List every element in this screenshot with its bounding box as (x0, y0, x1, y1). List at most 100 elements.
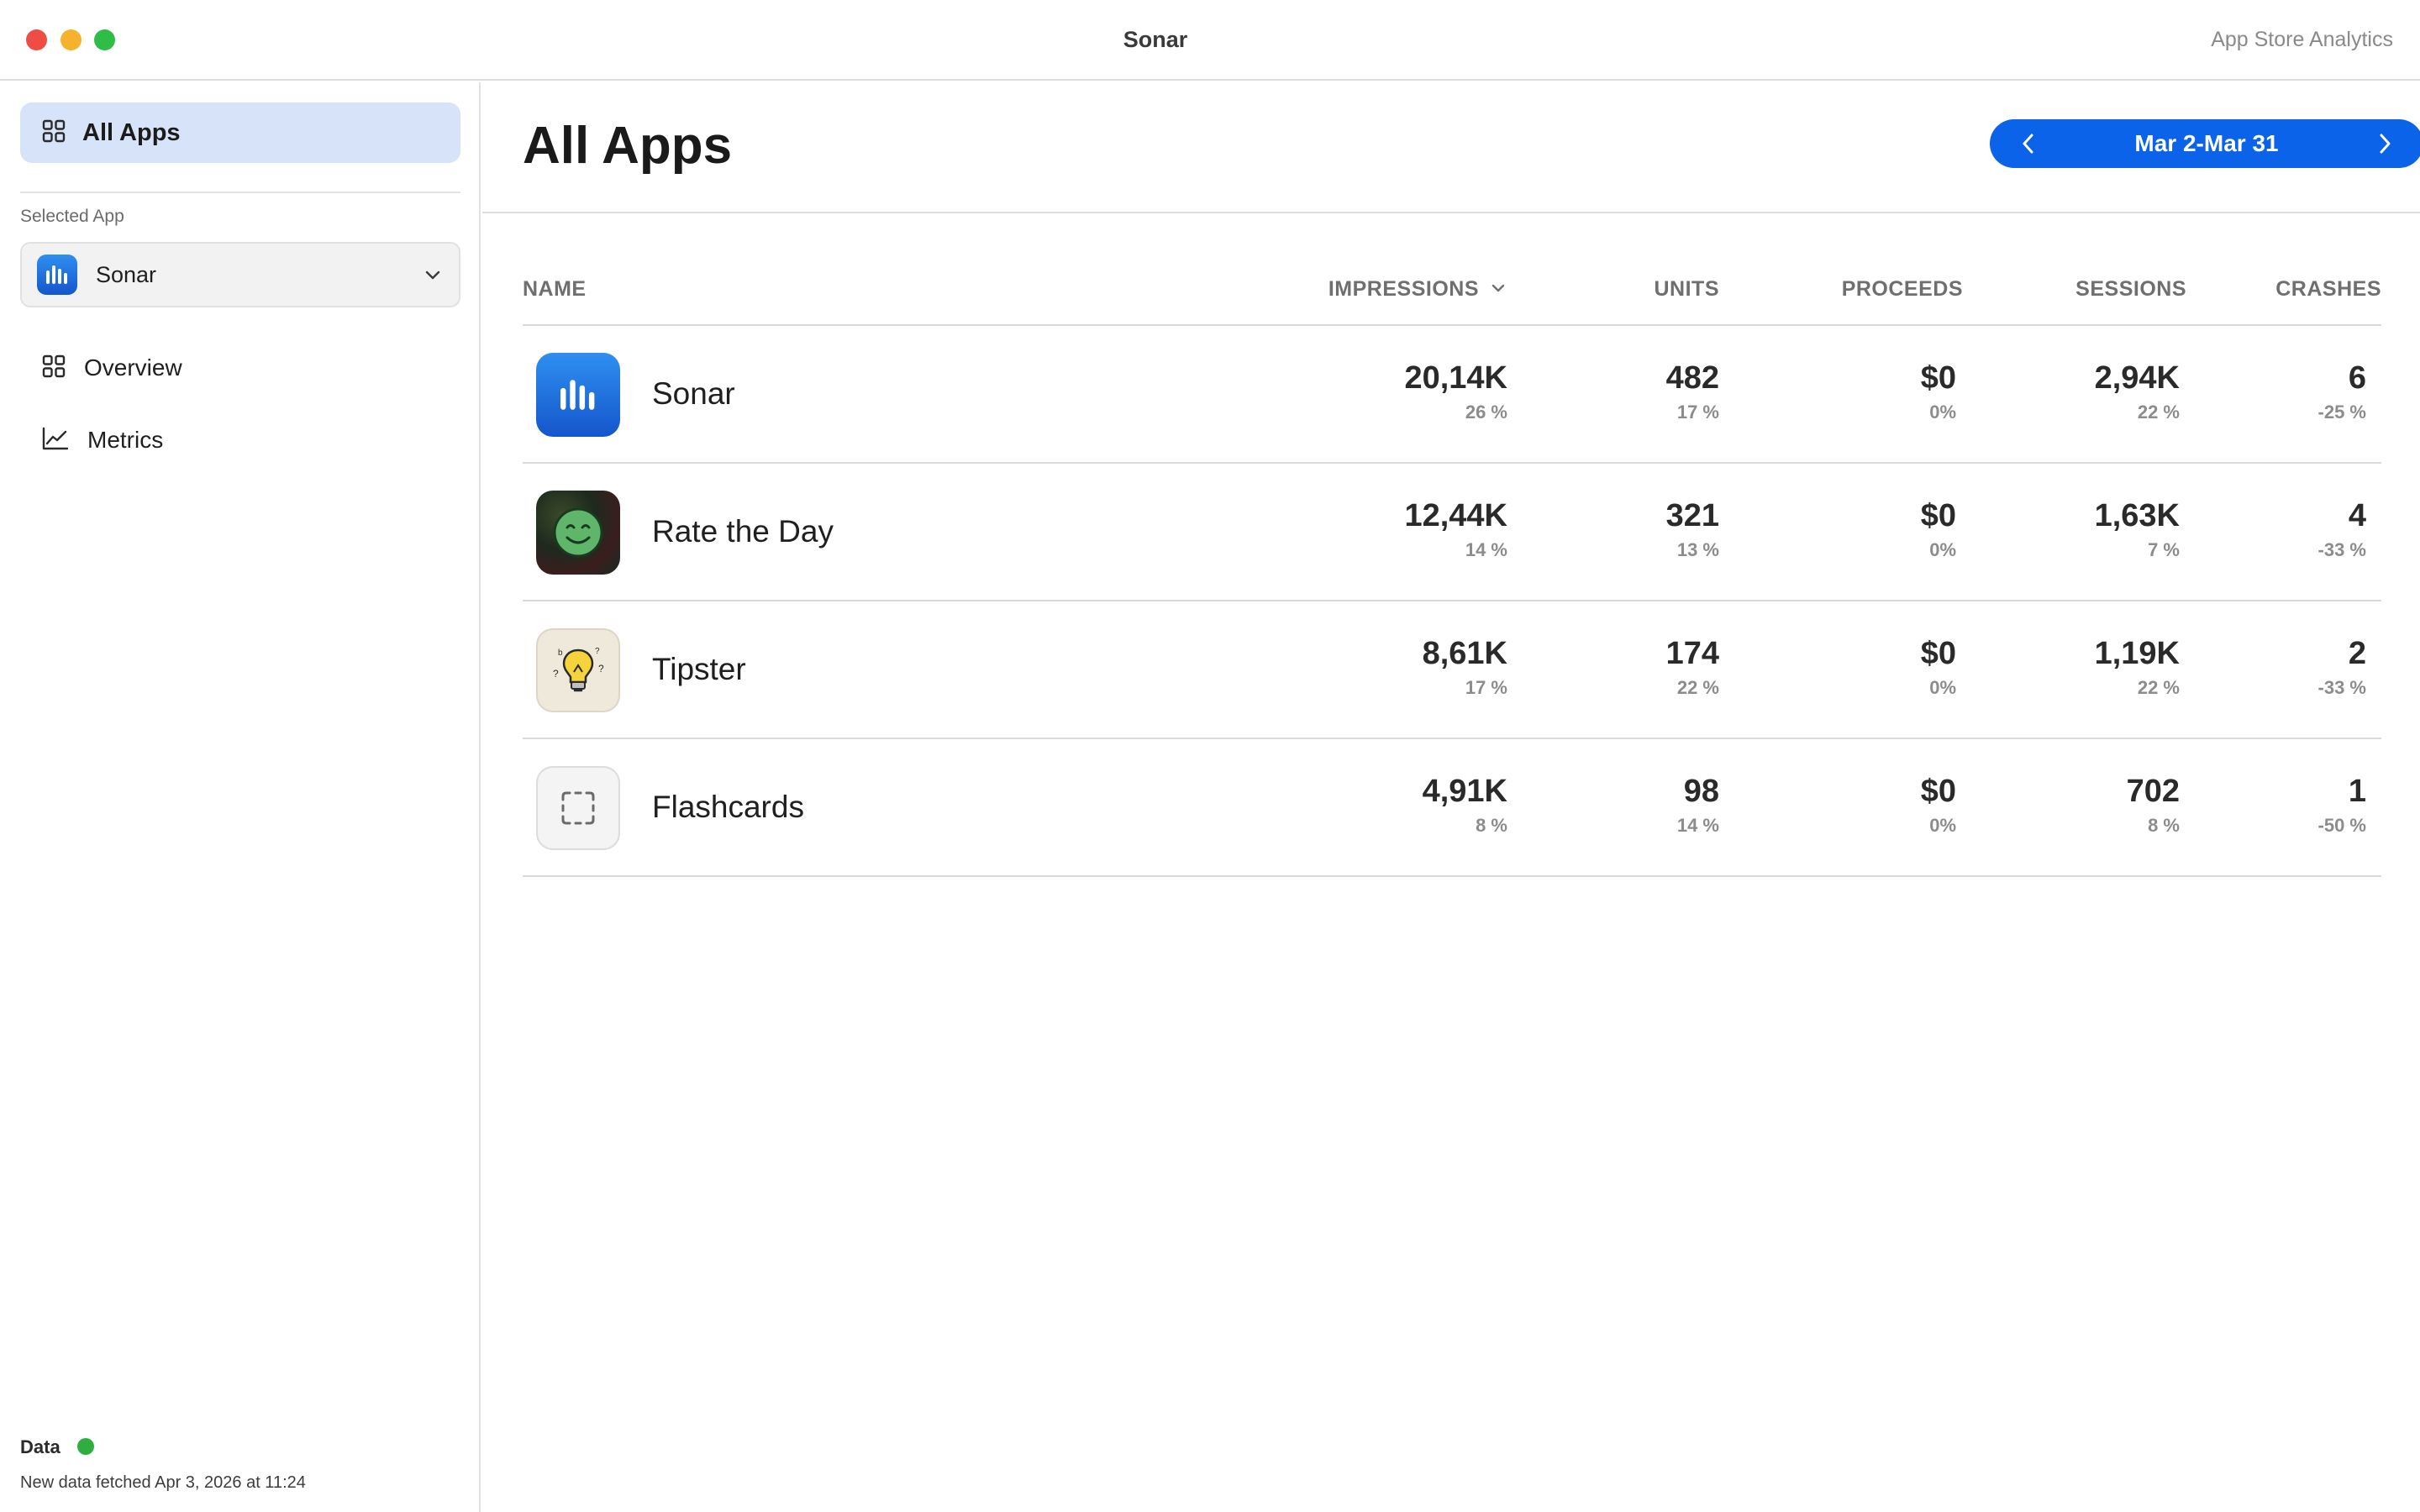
impressions-cell: 12,44K 14 % (1404, 497, 1507, 561)
sessions-cell: 1,63K 7 % (2095, 497, 2180, 561)
sessions-cell: 1,19K 22 % (2095, 635, 2180, 699)
table-row[interactable]: Sonar 20,14K 26 % 482 17 % $0 0% 2,94K 2… (523, 326, 2381, 464)
column-header-proceeds[interactable]: PROCEEDS (1842, 277, 1963, 302)
apps-table: NAME IMPRESSIONS UNITS PROCEEDS SESSIONS… (523, 277, 2381, 877)
sonar-app-icon (37, 255, 77, 295)
svg-text:b: b (558, 648, 563, 658)
app-name: Flashcards (652, 790, 804, 824)
data-status-label: Data (20, 1436, 60, 1457)
chevron-down-icon (424, 265, 442, 288)
proceeds-cell: $0 0% (1921, 497, 1956, 561)
units-change: 22 % (1676, 677, 1719, 698)
column-header-units[interactable]: UNITS (1655, 277, 1720, 302)
crashes-value: 1 (2348, 774, 2366, 809)
units-change: 14 % (1676, 815, 1719, 836)
crashes-cell: 1 -50 % (2318, 773, 2366, 837)
units-cell: 98 14 % (1677, 773, 1719, 837)
sessions-change: 7 % (2148, 539, 2180, 560)
window-title: Sonar (1123, 27, 1188, 52)
sessions-change: 8 % (2148, 815, 2180, 836)
crashes-cell: 4 -33 % (2318, 497, 2366, 561)
impressions-change: 17 % (1465, 677, 1507, 698)
lightbulb-app-icon: ? ? b ? (536, 628, 620, 712)
impressions-value: 12,44K (1404, 498, 1507, 533)
grid-icon (42, 354, 66, 382)
svg-text:?: ? (598, 663, 604, 675)
proceeds-value: $0 (1920, 636, 1956, 671)
impressions-cell: 8,61K 17 % (1423, 635, 1507, 699)
data-status-text: New data fetched Apr 3, 2026 at 11:24 (20, 1473, 306, 1492)
units-change: 17 % (1676, 402, 1719, 423)
sessions-change: 22 % (2137, 402, 2180, 423)
crashes-cell: 6 -25 % (2318, 360, 2366, 423)
selected-app-name: Sonar (96, 261, 157, 287)
table-row[interactable]: Flashcards 4,91K 8 % 98 14 % $0 0% 702 8… (523, 739, 2381, 877)
table-row[interactable]: Rate the Day 12,44K 14 % 321 13 % $0 0% … (523, 464, 2381, 601)
impressions-value: 8,61K (1422, 636, 1507, 671)
sidebar-item-all-apps[interactable]: All Apps (20, 102, 460, 163)
crashes-change: -33 % (2317, 539, 2366, 560)
svg-text:?: ? (595, 647, 600, 656)
app-name: Rate the Day (652, 514, 834, 549)
units-value: 321 (1665, 498, 1719, 533)
crashes-value: 4 (2348, 498, 2366, 533)
proceeds-value: $0 (1920, 774, 1956, 809)
chart-line-icon (42, 427, 69, 454)
impressions-change: 14 % (1465, 539, 1507, 560)
proceeds-cell: $0 0% (1921, 360, 1956, 423)
column-header-sessions[interactable]: SESSIONS (2075, 277, 2186, 302)
selected-app-section-label: Selected App (20, 207, 124, 226)
units-cell: 174 22 % (1666, 635, 1719, 699)
column-header-crashes[interactable]: CRASHES (2275, 277, 2381, 302)
sessions-cell: 2,94K 22 % (2095, 360, 2180, 423)
crashes-change: -50 % (2317, 815, 2366, 836)
proceeds-change: 0% (1929, 539, 1956, 560)
sessions-value: 702 (2126, 774, 2180, 809)
svg-text:?: ? (553, 668, 559, 680)
smiley-app-icon (536, 491, 620, 575)
sort-descending-icon[interactable] (1489, 279, 1507, 303)
window-subtitle: App Store Analytics (2211, 28, 2393, 51)
impressions-value: 4,91K (1422, 774, 1507, 809)
table-row[interactable]: ? ? b ? Tipster 8,61K 17 % 174 22 % $0 0… (523, 601, 2381, 739)
impressions-change: 26 % (1465, 402, 1507, 423)
placeholder-app-icon (536, 766, 620, 850)
sidebar-item-overview[interactable]: Overview (20, 341, 460, 395)
app-name: Tipster (652, 652, 746, 686)
crashes-value: 6 (2348, 360, 2366, 396)
sidebar-item-metrics[interactable]: Metrics (20, 413, 460, 467)
sessions-change: 22 % (2137, 677, 2180, 698)
column-header-impressions[interactable]: IMPRESSIONS (1328, 277, 1479, 302)
date-range-label[interactable]: Mar 2-Mar 31 (2134, 130, 2278, 157)
crashes-cell: 2 -33 % (2318, 635, 2366, 699)
previous-period-button[interactable] (2013, 129, 2044, 159)
selected-app-dropdown[interactable]: Sonar (20, 242, 460, 307)
proceeds-change: 0% (1929, 677, 1956, 698)
crashes-value: 2 (2348, 636, 2366, 671)
column-header-name[interactable]: NAME (523, 277, 587, 302)
impressions-cell: 4,91K 8 % (1423, 773, 1507, 837)
data-status-indicator (77, 1438, 94, 1455)
proceeds-cell: $0 0% (1921, 773, 1956, 837)
units-value: 482 (1665, 360, 1719, 396)
crashes-change: -25 % (2317, 402, 2366, 423)
sessions-cell: 702 8 % (2127, 773, 2180, 837)
proceeds-value: $0 (1920, 498, 1956, 533)
header-divider (482, 212, 2420, 213)
column-header-label: IMPRESSIONS (1328, 277, 1479, 301)
units-cell: 482 17 % (1666, 360, 1719, 423)
main-content: All Apps Mar 2-Mar 31 NAME IMPRESSIONS U… (482, 82, 2420, 1512)
date-range-picker: Mar 2-Mar 31 (1990, 119, 2420, 168)
impressions-value: 20,14K (1404, 360, 1507, 396)
crashes-change: -33 % (2317, 677, 2366, 698)
sidebar-divider (20, 192, 460, 193)
proceeds-change: 0% (1929, 402, 1956, 423)
proceeds-change: 0% (1929, 815, 1956, 836)
sessions-value: 2,94K (2094, 360, 2180, 396)
impressions-cell: 20,14K 26 % (1404, 360, 1507, 423)
app-name: Sonar (652, 376, 735, 411)
sessions-value: 1,63K (2094, 498, 2180, 533)
next-period-button[interactable] (2370, 129, 2400, 159)
impressions-change: 8 % (1476, 815, 1507, 836)
sidebar-item-label: Metrics (87, 427, 164, 453)
